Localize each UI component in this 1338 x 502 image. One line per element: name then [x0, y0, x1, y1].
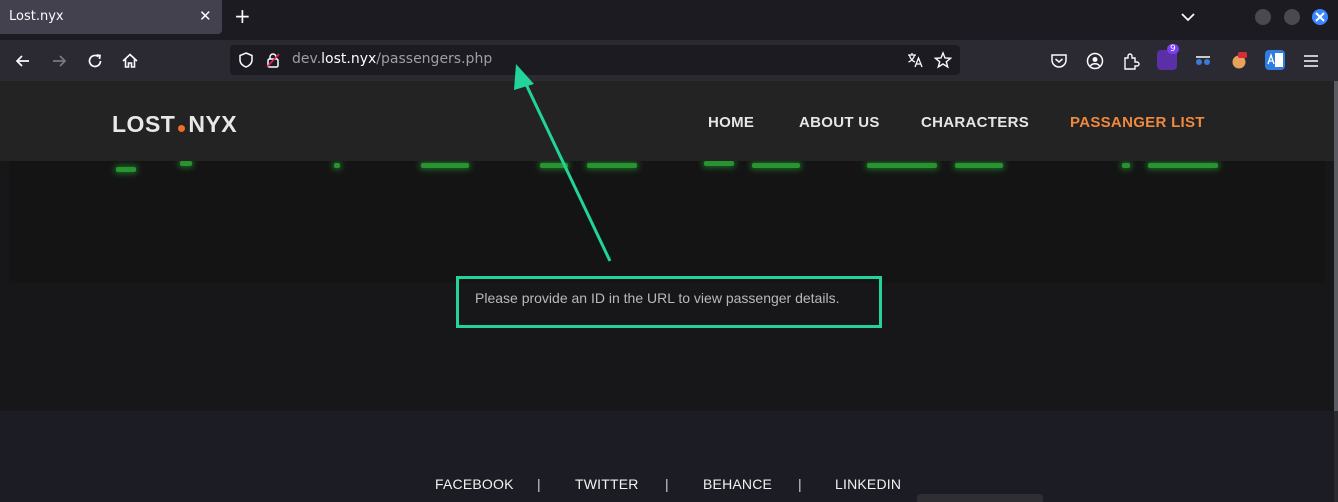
translate-ext-icon — [1267, 52, 1283, 67]
site-header: LOST NYX HOME ABOUT US CHARACTERS PASSANG… — [0, 81, 1334, 161]
menu-about-us[interactable]: ABOUT US — [799, 114, 880, 131]
annotation-highlight-box — [456, 276, 882, 328]
site-logo[interactable]: LOST NYX — [112, 111, 237, 138]
url-path: /passengers.php — [376, 51, 493, 67]
matrix-glyph — [704, 161, 734, 166]
matrix-glyph — [1148, 163, 1218, 168]
shield-icon[interactable] — [237, 51, 255, 69]
translate-icon[interactable] — [906, 51, 924, 69]
url-bar[interactable]: dev.lost.nyx/passengers.php — [230, 45, 960, 75]
tab-title: Lost.nyx — [9, 9, 64, 24]
matrix-glyph — [955, 163, 1003, 168]
close-icon — [1315, 12, 1325, 22]
site-footer: FACEBOOK | TWITTER | BEHANCE | LINKEDIN — [0, 411, 1334, 502]
extensions-icon[interactable] — [1121, 51, 1141, 71]
logo-text-left: LOST — [112, 111, 176, 137]
footer-link-facebook[interactable]: FACEBOOK — [435, 476, 514, 492]
footer-separator: | — [537, 476, 541, 492]
matrix-glyph — [752, 163, 800, 168]
matrix-glyph — [116, 167, 136, 172]
menu-characters[interactable]: CHARACTERS — [921, 114, 1029, 131]
new-tab-button[interactable]: + — [234, 6, 251, 26]
minimize-button[interactable] — [1255, 9, 1271, 25]
maximize-button[interactable] — [1284, 9, 1300, 25]
status-popup-edge — [917, 494, 1043, 502]
menu-home[interactable]: HOME — [708, 114, 754, 131]
extension-cookie-icon[interactable] — [1229, 50, 1249, 70]
cookie-icon — [1232, 52, 1247, 69]
matrix-glyph — [421, 163, 469, 168]
extension-spy-icon[interactable] — [1193, 50, 1213, 70]
home-icon[interactable] — [120, 51, 140, 71]
url-host: lost.nyx — [321, 51, 377, 67]
account-icon[interactable] — [1085, 51, 1105, 71]
footer-link-twitter[interactable]: TWITTER — [575, 476, 639, 492]
matrix-glyph — [180, 161, 192, 166]
reload-icon[interactable] — [85, 51, 105, 71]
logo-text-right: NYX — [188, 111, 238, 137]
matrix-glyph — [867, 163, 937, 168]
footer-link-linkedin[interactable]: LINKEDIN — [835, 476, 901, 492]
chevron-down-icon[interactable] — [1179, 8, 1197, 26]
close-window-button[interactable] — [1312, 9, 1328, 25]
pocket-icon[interactable] — [1049, 51, 1069, 71]
url-host-prefix: dev. — [292, 51, 322, 67]
close-tab-icon[interactable]: ✕ — [199, 8, 212, 24]
scrollbar-thumb[interactable] — [1334, 81, 1338, 411]
forward-icon[interactable] — [49, 51, 69, 71]
menu-icon[interactable] — [1301, 51, 1321, 71]
menu-passanger-list[interactable]: PASSANGER LIST — [1070, 114, 1205, 131]
url-text[interactable]: dev.lost.nyx/passengers.php — [292, 51, 492, 67]
hero-banner — [9, 161, 1325, 283]
extension-translate-icon[interactable] — [1265, 50, 1285, 70]
extension-purple-icon[interactable]: 9 — [1157, 44, 1179, 70]
footer-separator: | — [665, 476, 669, 492]
glasses-icon — [1196, 56, 1210, 65]
logo-dot — [178, 125, 186, 132]
footer-separator: | — [798, 476, 802, 492]
back-icon[interactable] — [13, 51, 33, 71]
footer-link-behance[interactable]: BEHANCE — [703, 476, 772, 492]
tab-bar: Lost.nyx ✕ + — [0, 0, 1338, 40]
matrix-glyph — [334, 163, 340, 168]
matrix-glyph — [587, 163, 637, 168]
matrix-glyph — [1122, 163, 1130, 168]
nav-bar: dev.lost.nyx/passengers.php 9 — [0, 40, 1338, 81]
matrix-glyph — [540, 163, 568, 168]
star-icon[interactable] — [934, 51, 952, 69]
lock-icon[interactable] — [264, 51, 282, 69]
extension-badge: 9 — [1167, 44, 1179, 54]
tab-lost-nyx[interactable]: Lost.nyx ✕ — [0, 0, 222, 34]
